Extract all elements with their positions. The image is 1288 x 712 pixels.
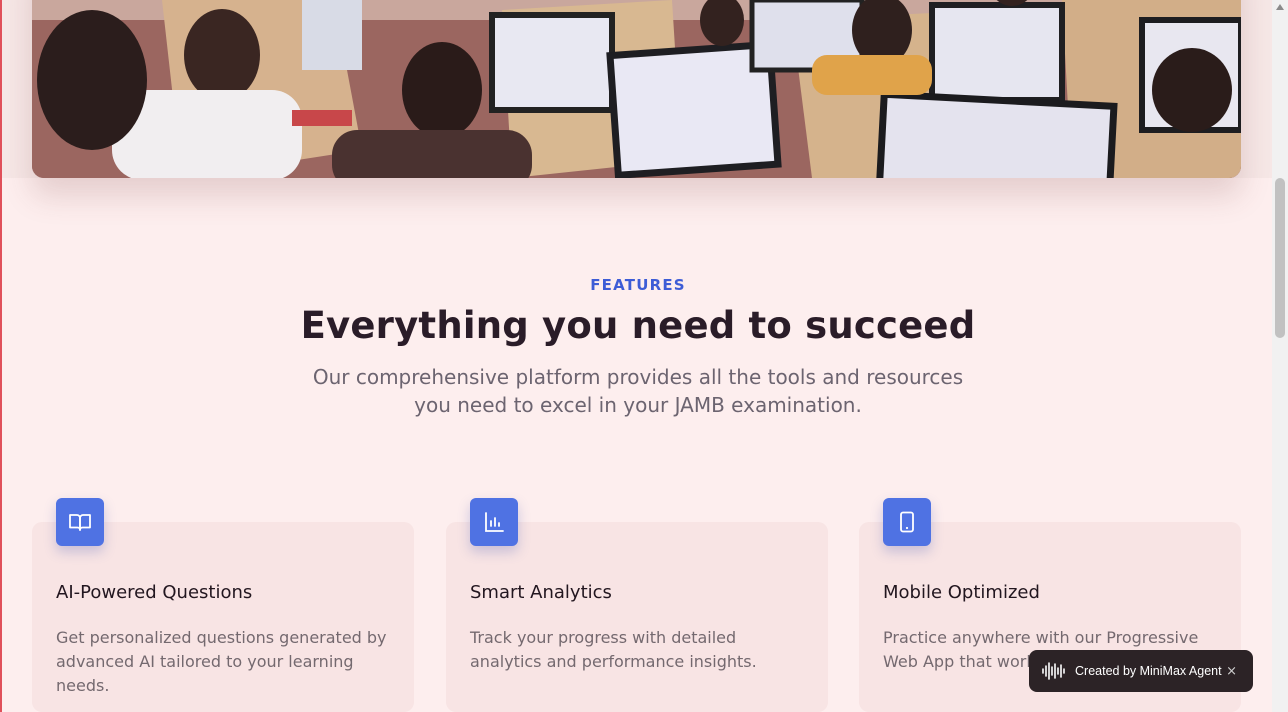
soundwave-logo-icon <box>1041 661 1067 681</box>
vertical-scrollbar[interactable] <box>1272 0 1288 712</box>
badge-label: Created by MiniMax Agent <box>1075 664 1222 678</box>
bar-chart-icon <box>470 498 518 546</box>
scrollbar-thumb[interactable] <box>1275 178 1285 338</box>
feature-card-ai-questions: AI-Powered Questions Get personalized qu… <box>32 498 414 712</box>
minimax-agent-badge[interactable]: Created by MiniMax Agent × <box>1029 650 1253 692</box>
card-description: Track your progress with detailed analyt… <box>470 628 757 671</box>
close-icon[interactable]: × <box>1226 664 1237 679</box>
features-header: FEATURES Everything you need to succeed … <box>2 276 1272 419</box>
page: FEATURES Everything you need to succeed … <box>0 0 1272 712</box>
features-subtitle: Our comprehensive platform provides all … <box>312 365 964 417</box>
hero-image <box>32 0 1241 178</box>
card-title: Smart Analytics <box>470 582 612 603</box>
features-headline: Everything you need to succeed <box>300 304 976 347</box>
feature-card-smart-analytics: Smart Analytics Track your progress with… <box>446 498 828 712</box>
features-eyebrow: FEATURES <box>590 276 686 294</box>
smartphone-icon <box>883 498 931 546</box>
book-open-icon <box>56 498 104 546</box>
card-description: Get personalized questions generated by … <box>56 628 387 695</box>
card-title: AI-Powered Questions <box>56 582 253 603</box>
scroll-up-arrow-icon[interactable] <box>1276 4 1284 10</box>
card-title: Mobile Optimized <box>883 582 1040 603</box>
